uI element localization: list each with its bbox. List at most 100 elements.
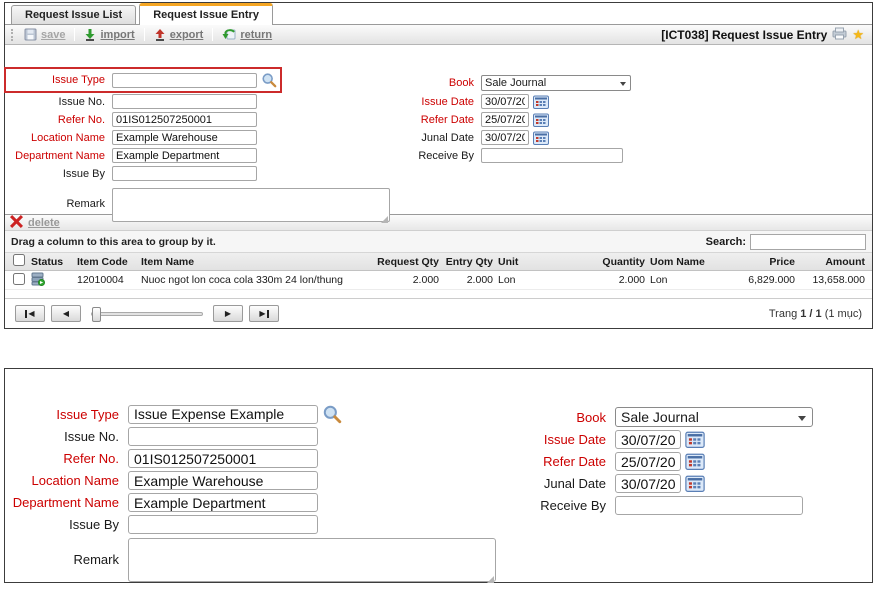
- issue-date-input[interactable]: [481, 94, 529, 109]
- favorite-star-icon[interactable]: ★: [852, 27, 864, 43]
- location-name-input[interactable]: [112, 130, 257, 145]
- remark-row: Remark: [11, 538, 496, 585]
- receive-by-input[interactable]: [615, 496, 803, 515]
- form-left-column: Issue Type Issue No. Refer No. Location …: [9, 45, 390, 228]
- issue-by-label: Issue By: [9, 168, 105, 180]
- refer-date-calendar-icon[interactable]: [685, 453, 705, 470]
- export-icon: [154, 28, 166, 41]
- grid-empty-space: [5, 290, 872, 298]
- remark-label: Remark: [11, 538, 119, 567]
- issue-type-input[interactable]: [112, 73, 257, 88]
- previous-page-button[interactable]: ◀: [51, 305, 81, 322]
- junal-date-row: Junal Date: [498, 474, 705, 493]
- page-slider-thumb[interactable]: [92, 307, 101, 322]
- import-button[interactable]: import: [78, 28, 140, 41]
- select-all-checkbox-cell: [5, 254, 31, 269]
- book-label: Book: [498, 410, 606, 425]
- book-row: Book Sale Journal: [498, 407, 813, 427]
- refer-date-input[interactable]: [481, 112, 529, 127]
- form-right-column: Book Sale Journal Issue Date Refer Date: [390, 45, 631, 166]
- issue-type-row: Issue Type: [9, 72, 277, 88]
- book-select[interactable]: Sale Journal: [615, 407, 813, 427]
- column-header-request-qty[interactable]: Request Qty: [357, 256, 439, 268]
- row-unit: Lon: [493, 274, 551, 286]
- toolbar-separator: [144, 28, 145, 41]
- location-name-row: Location Name: [9, 130, 257, 145]
- column-header-price[interactable]: Price: [725, 256, 795, 268]
- save-icon: [24, 28, 37, 41]
- group-by-bar[interactable]: Drag a column to this area to group by i…: [5, 231, 872, 253]
- row-amount: 13,658.000: [795, 274, 871, 286]
- last-page-button[interactable]: ▶: [249, 305, 279, 322]
- junal-date-row: Junal Date: [390, 130, 549, 145]
- issue-by-input[interactable]: [112, 166, 257, 181]
- issue-date-calendar-icon[interactable]: [685, 431, 705, 448]
- remark-label: Remark: [9, 188, 105, 210]
- issue-type-label: Issue Type: [11, 407, 119, 422]
- issue-type-input[interactable]: [128, 405, 318, 424]
- location-name-input[interactable]: [128, 471, 318, 490]
- remark-textarea[interactable]: [128, 538, 496, 582]
- window-title: [ICT038] Request Issue Entry: [661, 28, 827, 42]
- book-label: Book: [390, 77, 474, 89]
- junal-date-calendar-icon[interactable]: [533, 131, 549, 145]
- refer-date-input[interactable]: [615, 452, 681, 471]
- next-page-button[interactable]: ▶: [213, 305, 243, 322]
- table-row[interactable]: 12010004 Nuoc ngot lon coca cola 330m 24…: [5, 271, 872, 290]
- issue-type-lookup-button[interactable]: [322, 404, 342, 424]
- row-checkbox[interactable]: [13, 273, 25, 285]
- first-page-button[interactable]: ◀: [15, 305, 45, 322]
- junal-date-calendar-icon[interactable]: [685, 475, 705, 492]
- refer-date-label: Refer Date: [390, 114, 474, 126]
- column-header-amount[interactable]: Amount: [795, 256, 871, 268]
- row-item-code: 12010004: [77, 274, 141, 286]
- junal-date-input[interactable]: [481, 130, 529, 145]
- receive-by-input[interactable]: [481, 148, 623, 163]
- page-slider[interactable]: [91, 312, 203, 316]
- header-form: Issue Type Issue No. Refer No. Location …: [5, 45, 872, 214]
- tab-request-issue-list[interactable]: Request Issue List: [11, 5, 136, 24]
- book-select[interactable]: Sale Journal: [481, 75, 631, 91]
- column-header-uom-name[interactable]: Uom Name: [645, 256, 725, 268]
- refer-date-row: Refer Date: [498, 452, 705, 471]
- refer-date-calendar-icon[interactable]: [533, 113, 549, 127]
- tab-request-issue-entry[interactable]: Request Issue Entry: [139, 3, 273, 25]
- export-button[interactable]: export: [148, 28, 210, 41]
- save-button[interactable]: save: [18, 28, 71, 41]
- return-button[interactable]: return: [216, 28, 278, 41]
- search-input[interactable]: [750, 234, 866, 250]
- department-name-input[interactable]: [112, 148, 257, 163]
- junal-date-input[interactable]: [615, 474, 681, 493]
- issue-type-label: Issue Type: [9, 74, 105, 86]
- refer-no-input[interactable]: [112, 112, 257, 127]
- issue-by-row: Issue By: [11, 515, 318, 534]
- junal-date-label: Junal Date: [498, 476, 606, 491]
- return-icon: [222, 28, 236, 41]
- location-name-label: Location Name: [11, 473, 119, 488]
- department-name-label: Department Name: [9, 150, 105, 162]
- refer-no-input[interactable]: [128, 449, 318, 468]
- column-header-quantity[interactable]: Quantity: [551, 256, 645, 268]
- issue-type-lookup-button[interactable]: [261, 72, 277, 88]
- issue-by-input[interactable]: [128, 515, 318, 534]
- screenshot-canvas: Request Issue List Request Issue Entry s…: [0, 0, 879, 594]
- remark-row: Remark: [9, 188, 390, 225]
- column-header-status[interactable]: Status: [31, 256, 77, 268]
- column-header-item-code[interactable]: Item Code: [77, 256, 141, 268]
- row-uom-name: Lon: [645, 274, 725, 286]
- location-name-label: Location Name: [9, 132, 105, 144]
- page-numbers: 1 / 1: [800, 308, 821, 320]
- issue-date-calendar-icon[interactable]: [533, 95, 549, 109]
- department-name-input[interactable]: [128, 493, 318, 512]
- print-preview-icon[interactable]: [832, 27, 847, 43]
- issue-no-input[interactable]: [128, 427, 318, 446]
- column-header-unit[interactable]: Unit: [493, 256, 551, 268]
- issue-no-input[interactable]: [112, 94, 257, 109]
- chevron-down-icon: [620, 82, 626, 86]
- issue-date-input[interactable]: [615, 430, 681, 449]
- column-header-item-name[interactable]: Item Name: [141, 256, 357, 268]
- receive-by-label: Receive By: [498, 498, 606, 513]
- select-all-checkbox[interactable]: [13, 254, 25, 266]
- column-header-entry-qty[interactable]: Entry Qty: [439, 256, 493, 268]
- remark-textarea[interactable]: [112, 188, 390, 222]
